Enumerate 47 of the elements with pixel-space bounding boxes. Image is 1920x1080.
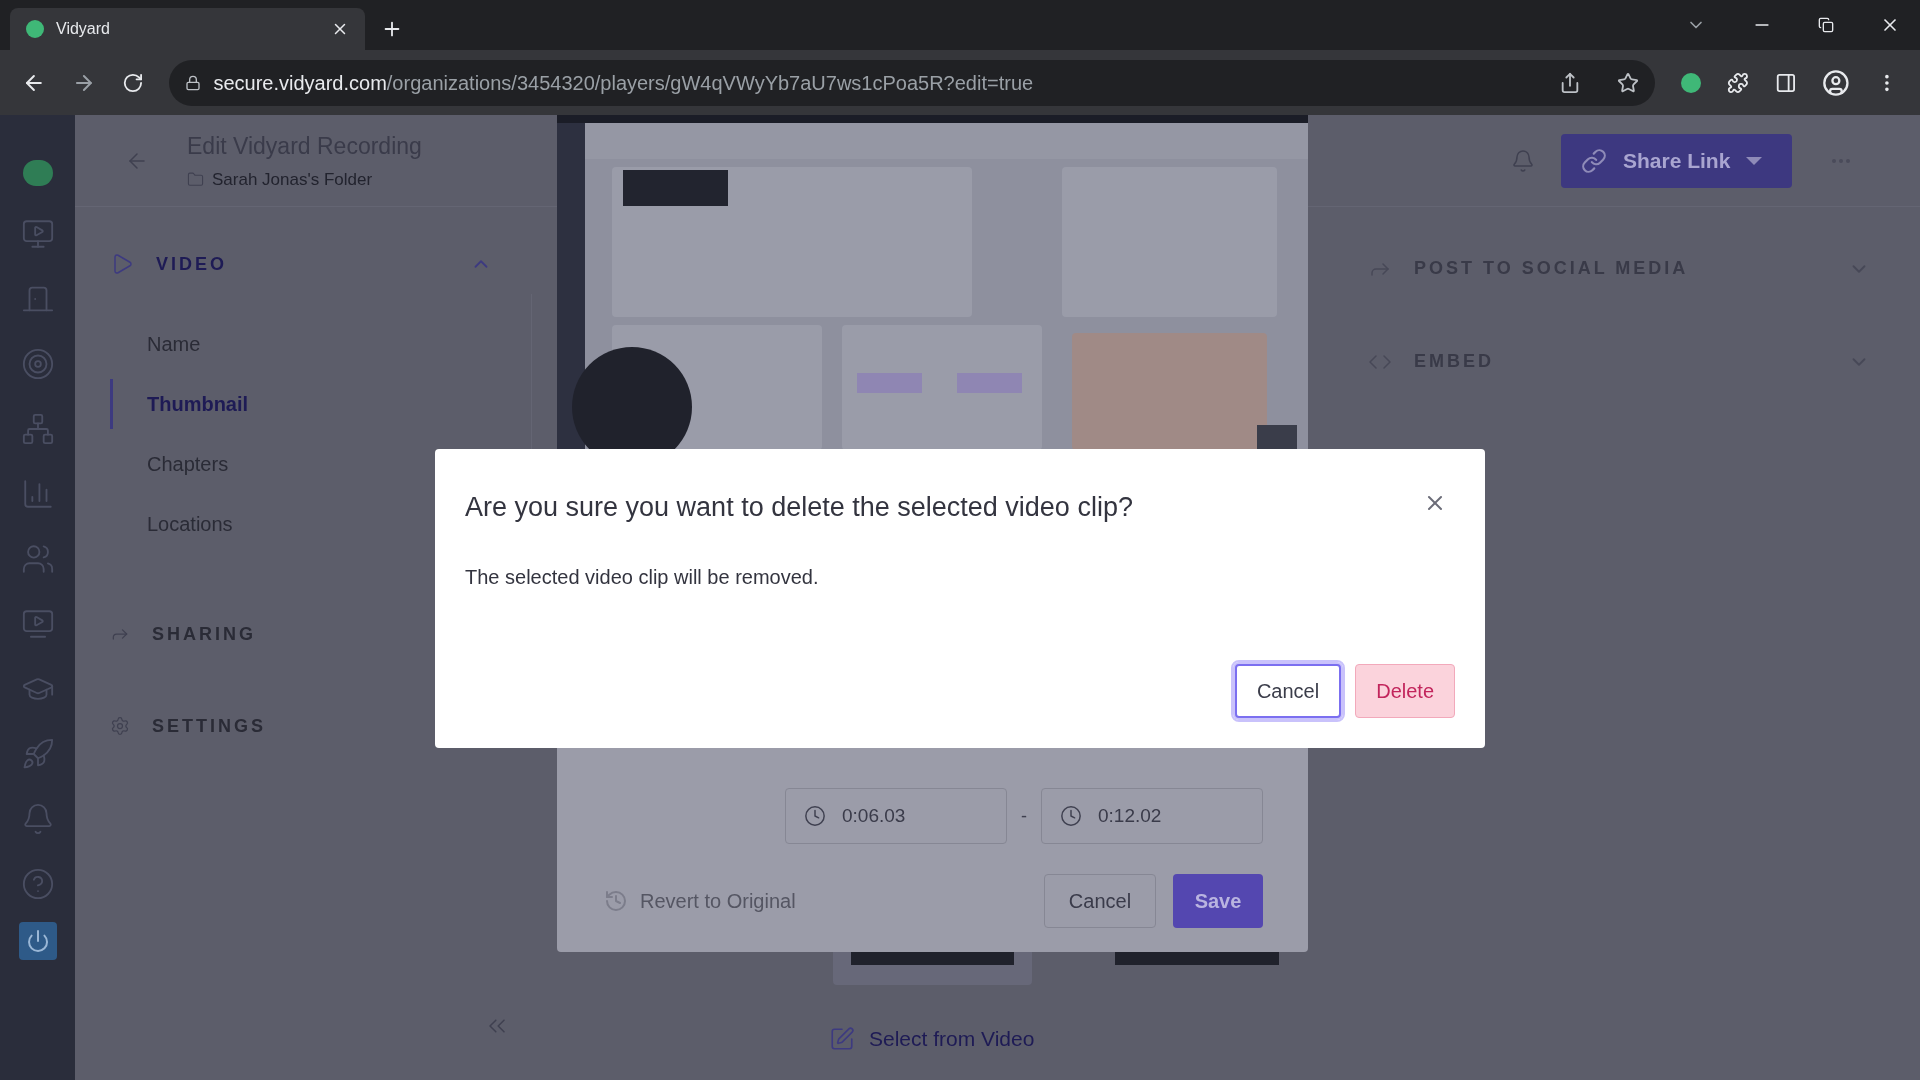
revert-link[interactable]: Revert to Original	[640, 886, 796, 916]
clock-icon	[804, 805, 826, 827]
users-icon[interactable]	[20, 542, 55, 576]
url-text: secure.vidyard.com/organizations/3454320/players/gW4qVWyYb7aU7ws1cPoa5R?edit=true	[213, 70, 1035, 96]
extension-icon[interactable]	[1680, 72, 1701, 93]
share-link-button[interactable]: Share Link	[1561, 133, 1792, 188]
select-from-video-link[interactable]: Select from Video	[869, 1023, 1035, 1055]
app-logo-icon[interactable]	[22, 160, 53, 186]
video-screen-icon[interactable]	[20, 217, 55, 251]
reload-icon[interactable]	[121, 71, 144, 94]
link-icon	[1581, 147, 1607, 174]
side-panel-icon[interactable]	[1774, 71, 1797, 94]
folder-name: Sarah Jonas's Folder	[212, 169, 373, 191]
dialog-message: The selected video clip will be removed.	[465, 564, 820, 590]
network-icon[interactable]	[20, 412, 55, 446]
clock-icon	[1060, 805, 1082, 827]
cancel-button[interactable]: Cancel	[1044, 874, 1156, 928]
caret-icon	[1746, 156, 1763, 165]
target-icon[interactable]	[20, 347, 55, 381]
time-field[interactable]: 0:12.02	[1041, 788, 1263, 844]
delete-button[interactable]: Delete	[1355, 664, 1455, 718]
thumbnail-frame[interactable]	[1115, 952, 1279, 965]
browser-tab[interactable]: Vidyard	[10, 8, 365, 50]
section-header[interactable]: VIDEO	[156, 250, 448, 278]
lock-icon	[185, 74, 202, 91]
puzzle-icon[interactable]	[1726, 71, 1749, 94]
help-icon[interactable]	[20, 867, 55, 901]
profile-icon[interactable]	[1822, 68, 1851, 97]
settings-icon	[110, 716, 130, 736]
bell-icon[interactable]	[1511, 148, 1535, 173]
address-bar[interactable]: secure.vidyard.com/organizations/3454320/players/gW4qVWyYb7aU7ws1cPoa5R?edit=true	[169, 59, 1655, 106]
bookmark-star-icon[interactable]	[1616, 71, 1639, 94]
tab-title: Vidyard	[56, 19, 111, 39]
thumbnail-frame[interactable]	[833, 952, 1032, 985]
power-button[interactable]	[18, 922, 57, 960]
nav-item[interactable]: Thumbnail	[147, 389, 249, 419]
save-button[interactable]: Save	[1173, 874, 1263, 928]
restore-icon[interactable]	[1818, 17, 1834, 33]
folder-icon	[187, 171, 204, 189]
range-separator: -	[1021, 804, 1027, 828]
history-icon	[604, 889, 628, 913]
video-player-icon[interactable]	[20, 607, 55, 641]
vidyard-logo-icon	[26, 20, 44, 38]
edit-icon	[829, 1025, 855, 1052]
power-icon	[25, 929, 50, 953]
dialog-title: Are you sure you want to delete the selected video clip?	[465, 491, 1134, 524]
time-field[interactable]: 0:06.03	[785, 788, 1007, 844]
